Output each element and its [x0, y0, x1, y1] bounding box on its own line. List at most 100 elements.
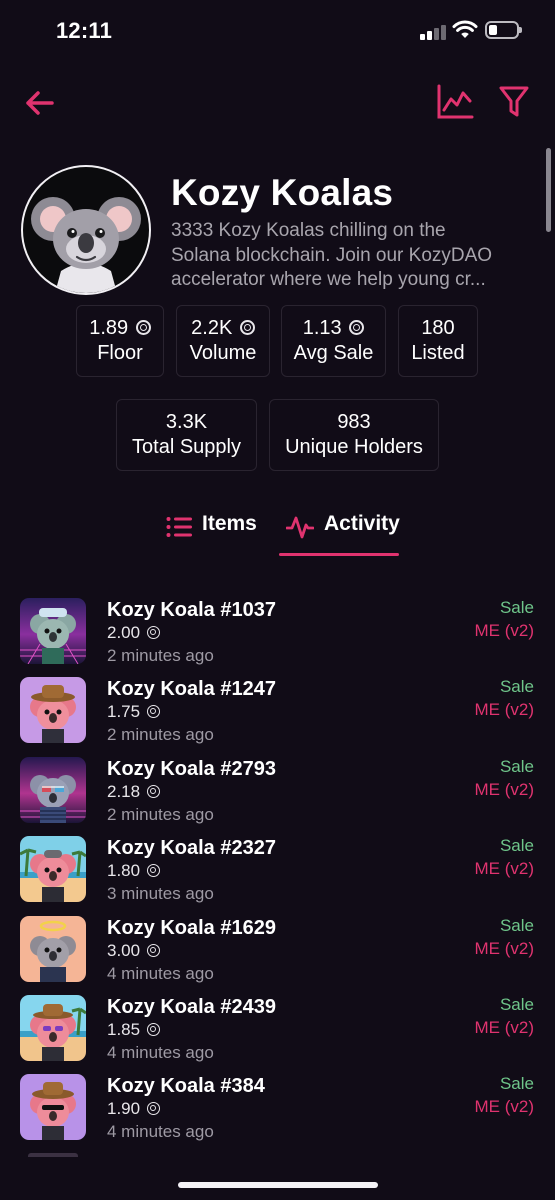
marketplace-label: ME (v2) — [474, 700, 535, 719]
koala-avatar-image — [31, 197, 141, 293]
stat-volume-label: Volume — [189, 342, 257, 364]
cellular-signal-icon — [420, 22, 448, 40]
stat-floor: 1.89 Floor — [76, 305, 164, 377]
stat-listed-value: 180 — [421, 317, 455, 339]
tab-activity-label: Activity — [324, 512, 400, 535]
stat-total-supply-value: 3.3K — [165, 411, 208, 433]
marketplace-label: ME (v2) — [474, 621, 535, 640]
solana-token-icon — [146, 1023, 160, 1036]
marketplace-label: ME (v2) — [474, 780, 535, 799]
status-bar: 12:11 — [0, 0, 555, 64]
sale-price: 1.75 — [107, 702, 160, 722]
activity-type: Sale — [499, 757, 534, 776]
nft-name: Kozy Koala #2327 — [107, 837, 276, 859]
collection-description[interactable]: 3333 Kozy Koalas chilling on the Solana … — [171, 219, 531, 293]
activity-row[interactable]: Kozy Koala #2793 2.18 2 minutes ago Sale… — [20, 757, 540, 824]
solana-token-icon — [146, 626, 160, 639]
activity-row[interactable]: Kozy Koala #384 1.90 4 minutes ago Sale … — [20, 1074, 540, 1141]
sale-price: 2.00 — [107, 623, 160, 643]
wifi-icon — [452, 20, 478, 38]
activity-type: Sale — [499, 995, 534, 1014]
nft-name: Kozy Koala #1247 — [107, 678, 276, 700]
nft-thumbnail — [20, 995, 86, 1061]
sale-time: 2 minutes ago — [107, 646, 214, 665]
sale-price: 2.18 — [107, 782, 160, 802]
sale-price: 1.90 — [107, 1099, 160, 1119]
activity-type: Sale — [499, 916, 534, 935]
stat-volume: 2.2K Volume — [176, 305, 270, 377]
solana-token-icon — [349, 320, 365, 335]
nft-thumbnail — [20, 836, 86, 902]
solana-token-icon — [135, 320, 151, 335]
nft-thumbnail-partial — [28, 1153, 78, 1157]
stat-total-supply: 3.3K Total Supply — [116, 399, 257, 471]
solana-token-icon — [146, 705, 160, 718]
marketplace-label: ME (v2) — [474, 939, 535, 958]
nft-name: Kozy Koala #2439 — [107, 996, 276, 1018]
activity-type: Sale — [499, 598, 534, 617]
stat-avg-sale: 1.13 Avg Sale — [281, 305, 386, 377]
activity-type: Sale — [499, 836, 534, 855]
stat-unique-holders: 983 Unique Holders — [269, 399, 439, 471]
nft-name: Kozy Koala #384 — [107, 1075, 265, 1097]
stat-total-supply-label: Total Supply — [132, 436, 241, 458]
line-chart-icon[interactable] — [436, 84, 474, 120]
marketplace-label: ME (v2) — [474, 1018, 535, 1037]
description-line: accelerator where we help young cr... — [171, 269, 486, 290]
tab-items-label: Items — [202, 512, 257, 535]
nft-thumbnail — [20, 598, 86, 664]
stat-unique-holders-label: Unique Holders — [285, 436, 423, 458]
sale-time: 4 minutes ago — [107, 1122, 214, 1141]
list-icon — [166, 517, 192, 537]
description-line: Solana blockchain. Join our KozyDAO — [171, 244, 493, 266]
nft-thumbnail — [20, 916, 86, 982]
stat-floor-label: Floor — [97, 342, 143, 364]
battery-icon — [485, 21, 522, 39]
stat-listed-label: Listed — [411, 342, 465, 364]
marketplace-label: ME (v2) — [474, 859, 535, 878]
sale-time: 4 minutes ago — [107, 1043, 214, 1062]
activity-row[interactable]: Kozy Koala #1629 3.00 4 minutes ago Sale… — [20, 916, 540, 983]
collection-avatar — [21, 165, 151, 295]
sale-price: 1.80 — [107, 861, 160, 881]
solana-token-icon — [146, 944, 160, 957]
tab-items[interactable]: Items — [166, 512, 257, 552]
home-indicator[interactable] — [178, 1182, 378, 1188]
tab-activity[interactable]: Activity — [286, 512, 400, 552]
scrollbar[interactable] — [546, 148, 551, 232]
nft-name: Kozy Koala #2793 — [107, 758, 276, 780]
collection-title: Kozy Koalas — [171, 172, 394, 213]
activity-type: Sale — [499, 1074, 534, 1093]
back-arrow-icon[interactable] — [22, 86, 56, 120]
solana-token-icon — [239, 320, 255, 335]
sale-price: 1.85 — [107, 1020, 160, 1040]
solana-token-icon — [146, 864, 160, 877]
filter-funnel-icon[interactable] — [498, 84, 530, 120]
stat-unique-holders-value: 983 — [337, 411, 371, 433]
stat-floor-value: 1.89 — [89, 317, 129, 339]
activity-type: Sale — [499, 677, 534, 696]
stat-avg-sale-label: Avg Sale — [293, 342, 374, 364]
status-time: 12:11 — [56, 18, 113, 43]
activity-row[interactable]: Kozy Koala #2439 1.85 4 minutes ago Sale… — [20, 995, 540, 1062]
activity-row[interactable]: Kozy Koala #2327 1.80 3 minutes ago Sale… — [20, 836, 540, 903]
activity-row[interactable]: Kozy Koala #1247 1.75 2 minutes ago Sale… — [20, 677, 540, 744]
stat-listed: 180 Listed — [398, 305, 478, 377]
stat-volume-value: 2.2K — [191, 317, 233, 339]
nft-name: Kozy Koala #1037 — [107, 599, 276, 621]
sale-time: 2 minutes ago — [107, 805, 214, 824]
marketplace-label: ME (v2) — [474, 1097, 535, 1116]
sale-time: 3 minutes ago — [107, 884, 214, 903]
description-line: 3333 Kozy Koalas chilling on the — [171, 220, 446, 241]
solana-token-icon — [146, 1102, 160, 1115]
solana-token-icon — [146, 785, 160, 798]
nft-thumbnail — [20, 757, 86, 823]
sale-time: 4 minutes ago — [107, 964, 214, 983]
activity-row[interactable]: Kozy Koala #1037 2.00 2 minutes ago Sale… — [20, 598, 540, 665]
stat-avg-sale-value: 1.13 — [302, 317, 342, 339]
sale-time: 2 minutes ago — [107, 725, 214, 744]
nft-thumbnail — [20, 1074, 86, 1140]
active-tab-indicator — [279, 553, 399, 556]
nft-name: Kozy Koala #1629 — [107, 917, 276, 939]
sale-price: 3.00 — [107, 941, 160, 961]
